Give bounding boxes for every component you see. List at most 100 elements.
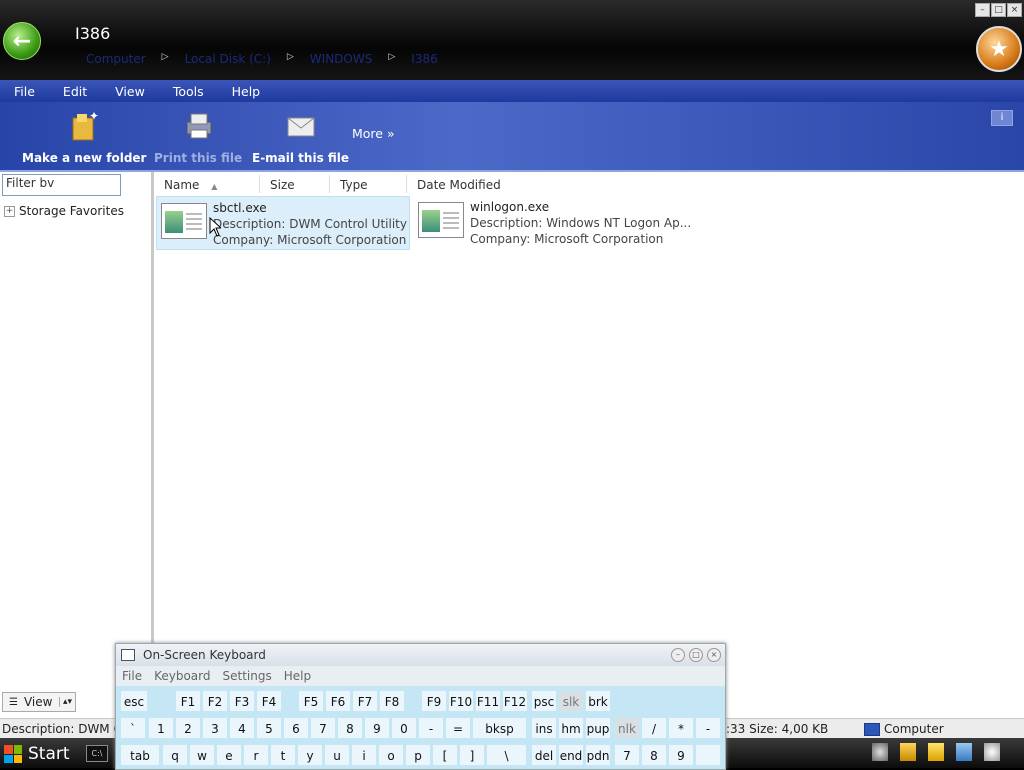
- key-numpad-plus[interactable]: [695, 744, 721, 766]
- key-backslash[interactable]: \: [486, 744, 527, 766]
- key-esc[interactable]: esc: [120, 690, 148, 712]
- key-slk[interactable]: slk: [558, 690, 584, 712]
- key-numpad-minus[interactable]: -: [695, 717, 721, 739]
- lightning-icon[interactable]: [928, 743, 944, 761]
- breadcrumb-windows[interactable]: WINDOWS: [310, 52, 373, 66]
- key-f7[interactable]: F7: [352, 690, 378, 712]
- column-date-modified[interactable]: Date Modified: [407, 175, 507, 193]
- back-arrow-icon[interactable]: ←: [3, 22, 41, 60]
- key-u[interactable]: u: [324, 744, 350, 766]
- osk-menu-settings[interactable]: Settings: [223, 669, 272, 683]
- key-minus[interactable]: -: [418, 717, 444, 739]
- osk-menu-file[interactable]: File: [122, 669, 142, 683]
- key-f12[interactable]: F12: [502, 690, 528, 712]
- key-pup[interactable]: pup: [585, 717, 611, 739]
- key-y[interactable]: y: [297, 744, 323, 766]
- key-numpad-9[interactable]: 9: [668, 744, 694, 766]
- key-ins[interactable]: ins: [531, 717, 557, 739]
- column-size[interactable]: Size: [260, 175, 330, 193]
- menu-tools[interactable]: Tools: [159, 84, 218, 99]
- key-equals[interactable]: =: [445, 717, 471, 739]
- osk-maximize-icon[interactable]: □: [689, 648, 703, 662]
- key-tab[interactable]: tab: [120, 744, 160, 766]
- clock-icon[interactable]: [984, 743, 1000, 761]
- file-item-winlogon[interactable]: winlogon.exe Description: Windows NT Log…: [414, 196, 714, 248]
- key-f4[interactable]: F4: [256, 690, 282, 712]
- key-5[interactable]: 5: [256, 717, 282, 739]
- email-file-button[interactable]: E-mail this file: [252, 108, 349, 165]
- bell-icon[interactable]: [900, 743, 916, 761]
- key-f9[interactable]: F9: [421, 690, 447, 712]
- filter-input[interactable]: Filter bv: [2, 174, 121, 196]
- breadcrumb-local-disk[interactable]: Local Disk (C:): [185, 52, 271, 66]
- key-pdn[interactable]: pdn: [585, 744, 611, 766]
- menu-file[interactable]: File: [0, 84, 49, 99]
- key-f10[interactable]: F10: [448, 690, 474, 712]
- key-4[interactable]: 4: [229, 717, 255, 739]
- command-prompt-task[interactable]: C:\: [86, 745, 108, 762]
- view-spinner-icon[interactable]: ▴▾: [58, 697, 75, 707]
- key-psc[interactable]: psc: [531, 690, 557, 712]
- key-numpad-7[interactable]: 7: [614, 744, 640, 766]
- info-icon[interactable]: i: [991, 110, 1013, 126]
- key-2[interactable]: 2: [175, 717, 201, 739]
- key-right-bracket[interactable]: ]: [459, 744, 485, 766]
- file-item-sbctl[interactable]: sbctl.exe Description: DWM Control Utili…: [156, 196, 410, 250]
- key-f1[interactable]: F1: [175, 690, 201, 712]
- key-r[interactable]: r: [243, 744, 269, 766]
- key-backspace[interactable]: bksp: [472, 717, 527, 739]
- key-numpad-multiply[interactable]: *: [668, 717, 694, 739]
- key-f3[interactable]: F3: [229, 690, 255, 712]
- star-icon[interactable]: ★: [976, 26, 1022, 72]
- start-button[interactable]: Start: [4, 742, 70, 766]
- key-f5[interactable]: F5: [298, 690, 324, 712]
- key-left-bracket[interactable]: [: [432, 744, 458, 766]
- key-p[interactable]: p: [405, 744, 431, 766]
- more-button[interactable]: More »: [352, 126, 395, 141]
- key-1[interactable]: 1: [148, 717, 174, 739]
- key-f8[interactable]: F8: [379, 690, 405, 712]
- globe-icon[interactable]: [872, 743, 888, 761]
- key-f6[interactable]: F6: [325, 690, 351, 712]
- view-button[interactable]: ☰ View ▴▾: [2, 692, 76, 712]
- network-icon[interactable]: [956, 743, 972, 761]
- key-3[interactable]: 3: [202, 717, 228, 739]
- key-brk[interactable]: brk: [585, 690, 611, 712]
- menu-edit[interactable]: Edit: [49, 84, 101, 99]
- breadcrumb-computer[interactable]: Computer: [86, 52, 146, 66]
- key-nlk[interactable]: nlk: [614, 717, 640, 739]
- close-icon[interactable]: ×: [1007, 3, 1022, 17]
- expand-icon[interactable]: +: [4, 205, 15, 217]
- key-f2[interactable]: F2: [202, 690, 228, 712]
- column-name[interactable]: Name ▲: [154, 175, 260, 193]
- key-hm[interactable]: hm: [558, 717, 584, 739]
- breadcrumb-i386[interactable]: I386: [411, 52, 437, 66]
- make-new-folder-button[interactable]: ✦ Make a new folder: [22, 108, 146, 165]
- key-0[interactable]: 0: [391, 717, 417, 739]
- key-end[interactable]: end: [558, 744, 584, 766]
- key-i[interactable]: i: [351, 744, 377, 766]
- key-7[interactable]: 7: [310, 717, 336, 739]
- column-type[interactable]: Type: [330, 175, 407, 193]
- key-f11[interactable]: F11: [475, 690, 501, 712]
- key-e[interactable]: e: [216, 744, 242, 766]
- key-numpad-8[interactable]: 8: [641, 744, 667, 766]
- key-backtick[interactable]: `: [120, 717, 146, 739]
- maximize-icon[interactable]: □: [991, 3, 1006, 17]
- key-6[interactable]: 6: [283, 717, 309, 739]
- key-del[interactable]: del: [531, 744, 557, 766]
- osk-close-icon[interactable]: ×: [707, 648, 721, 662]
- osk-menu-help[interactable]: Help: [284, 669, 311, 683]
- key-8[interactable]: 8: [337, 717, 363, 739]
- menu-help[interactable]: Help: [218, 84, 275, 99]
- minimize-icon[interactable]: –: [975, 3, 990, 17]
- storage-favorites-item[interactable]: + Storage Favorites: [4, 204, 124, 218]
- key-numpad-divide[interactable]: /: [641, 717, 667, 739]
- key-o[interactable]: o: [378, 744, 404, 766]
- key-t[interactable]: t: [270, 744, 296, 766]
- print-file-button[interactable]: Print this file: [154, 108, 242, 165]
- menu-view[interactable]: View: [101, 84, 159, 99]
- key-9[interactable]: 9: [364, 717, 390, 739]
- key-w[interactable]: w: [189, 744, 215, 766]
- osk-menu-keyboard[interactable]: Keyboard: [154, 669, 210, 683]
